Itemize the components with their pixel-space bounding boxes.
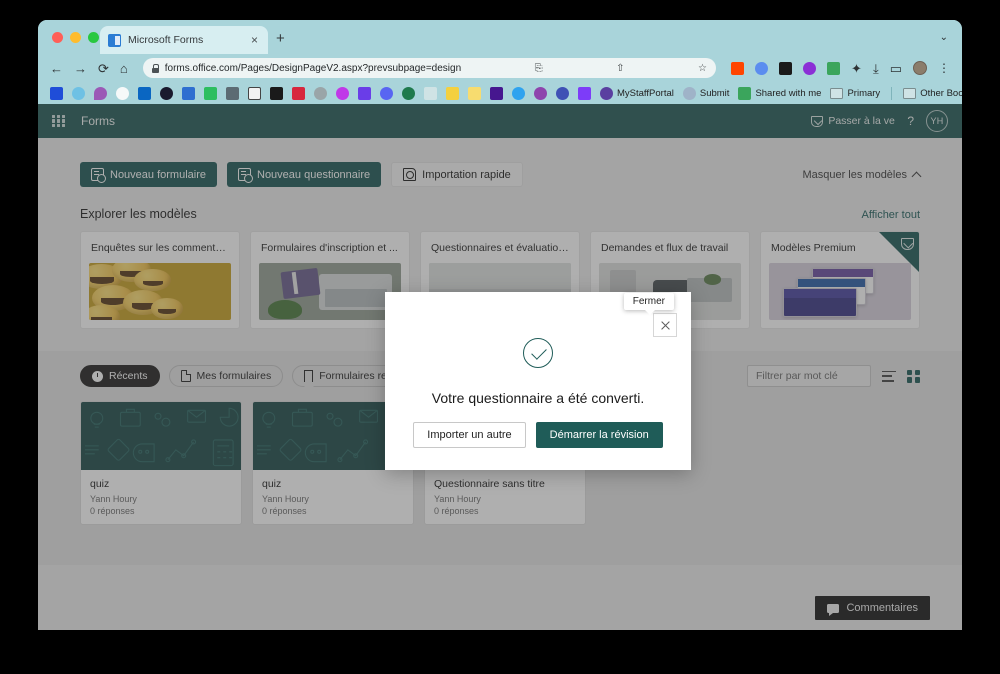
bookmark-label: Shared with me: [755, 87, 822, 99]
bookmark-label: Other Bookmarks: [920, 87, 962, 99]
bookmark-label: MyStaffPortal: [617, 87, 674, 99]
downloads-icon[interactable]: ⤓: [873, 62, 879, 75]
bookmark-folder-primary[interactable]: Primary: [830, 87, 881, 99]
profile-avatar-icon[interactable]: [913, 61, 927, 75]
bookmark-folder-other[interactable]: Other Bookmarks: [903, 87, 962, 99]
browser-toolbar: ← → ⟳ ⌂ forms.office.com/Pages/DesignPag…: [38, 54, 962, 82]
close-button[interactable]: Fermer: [623, 293, 677, 337]
close-tooltip: Fermer: [623, 293, 674, 315]
back-button[interactable]: ←: [50, 62, 63, 75]
address-bar-url: forms.office.com/Pages/DesignPageV2.aspx…: [164, 62, 462, 74]
maximize-window-button[interactable]: [88, 32, 99, 43]
google-drive-icon: [738, 86, 752, 100]
medium-icon[interactable]: [358, 86, 371, 100]
mastodon-icon[interactable]: [336, 86, 349, 100]
import-another-button[interactable]: Importer un autre: [413, 422, 526, 448]
bookmark-submit[interactable]: Submit: [682, 86, 730, 100]
barcode-icon[interactable]: [292, 86, 305, 100]
translate-icon[interactable]: ⎘: [535, 63, 543, 74]
close-icon: [660, 320, 671, 331]
folder-icon: [830, 87, 844, 99]
yellow-note-icon[interactable]: [468, 86, 481, 100]
new-tab-button[interactable]: +: [276, 31, 285, 46]
browser-window: Microsoft Forms × + ⌄ ← → ⟳ ⌂ forms.offi…: [38, 20, 962, 630]
address-bar[interactable]: forms.office.com/Pages/DesignPageV2.aspx…: [142, 58, 717, 78]
discord-icon[interactable]: [380, 86, 393, 100]
side-panel-icon[interactable]: ▭: [890, 62, 902, 75]
share-icon[interactable]: ⇧: [616, 63, 624, 74]
window-traffic-lights[interactable]: [52, 32, 99, 43]
yellow-c-icon[interactable]: [446, 86, 459, 100]
folder-icon: [903, 87, 917, 99]
conversion-success-dialog: Fermer Votre questionnaire a été convert…: [385, 292, 691, 470]
extension-settings-icon[interactable]: [779, 61, 793, 75]
close-tab-button[interactable]: ×: [249, 34, 260, 46]
start-review-button[interactable]: Démarrer la révision: [535, 422, 663, 448]
purple-m-icon[interactable]: [534, 86, 547, 100]
lock-icon: [151, 63, 160, 73]
x-twitter-icon[interactable]: [424, 86, 437, 100]
microsoft-forms-icon: [108, 33, 121, 47]
extension-blue-dot-icon[interactable]: [755, 61, 769, 75]
notion-icon[interactable]: [402, 86, 415, 100]
browser-tab-title: Microsoft Forms: [128, 34, 204, 46]
github-icon[interactable]: [116, 86, 129, 100]
check-circle-icon: [523, 338, 553, 368]
infinity-icon[interactable]: [50, 86, 63, 100]
letterboxd-r-icon[interactable]: [248, 86, 261, 100]
chevron-down-icon[interactable]: ⌄: [940, 32, 948, 43]
linkedin-icon[interactable]: [138, 86, 151, 100]
evernote-icon[interactable]: [204, 86, 217, 100]
bookmark-mystaffportal[interactable]: MyStaffPortal: [600, 86, 674, 100]
pocket-icon[interactable]: [160, 86, 173, 100]
circle-c-icon[interactable]: [556, 86, 569, 100]
bookmark-label: Primary: [847, 87, 881, 99]
readwise-icon[interactable]: [270, 86, 283, 100]
bookmarks-bar: MyStaffPortal Submit Shared with me Prim…: [38, 82, 962, 104]
dialog-message: Votre questionnaire a été converti.: [431, 390, 645, 406]
flipgrid-icon[interactable]: [512, 86, 525, 100]
google-drive-icon[interactable]: [827, 61, 841, 75]
browser-tab[interactable]: Microsoft Forms ×: [100, 26, 268, 54]
reload-button[interactable]: ⟳: [98, 62, 109, 75]
extensions-puzzle-icon[interactable]: ✦: [851, 62, 862, 75]
bookmark-shared-with-me[interactable]: Shared with me: [738, 86, 822, 100]
camera-icon[interactable]: [578, 86, 591, 100]
home-button[interactable]: ⌂: [120, 62, 128, 75]
w-icon: [600, 86, 613, 100]
kahoot-icon[interactable]: [490, 86, 503, 100]
gear-gray-icon[interactable]: [314, 86, 327, 100]
droplet-icon[interactable]: [94, 86, 107, 100]
cloud-icon[interactable]: [72, 86, 85, 100]
dialog-actions: Importer un autre Démarrer la révision: [385, 422, 691, 448]
forward-button[interactable]: →: [74, 62, 87, 75]
bookmarks-divider: [891, 86, 893, 100]
snowflake-icon: [682, 86, 696, 100]
extension-kami-icon[interactable]: [803, 61, 817, 75]
extension-reddit-icon[interactable]: [731, 61, 745, 75]
docs-icon[interactable]: [182, 86, 195, 100]
star-icon[interactable]: ☆: [698, 63, 707, 74]
chrome-menu-icon[interactable]: ⋮: [938, 62, 950, 74]
minimize-window-button[interactable]: [70, 32, 81, 43]
bookmark-label: Submit: [699, 87, 730, 99]
archive-icon[interactable]: [226, 86, 239, 100]
close-window-button[interactable]: [52, 32, 63, 43]
browser-tab-strip: Microsoft Forms × + ⌄: [38, 20, 962, 54]
